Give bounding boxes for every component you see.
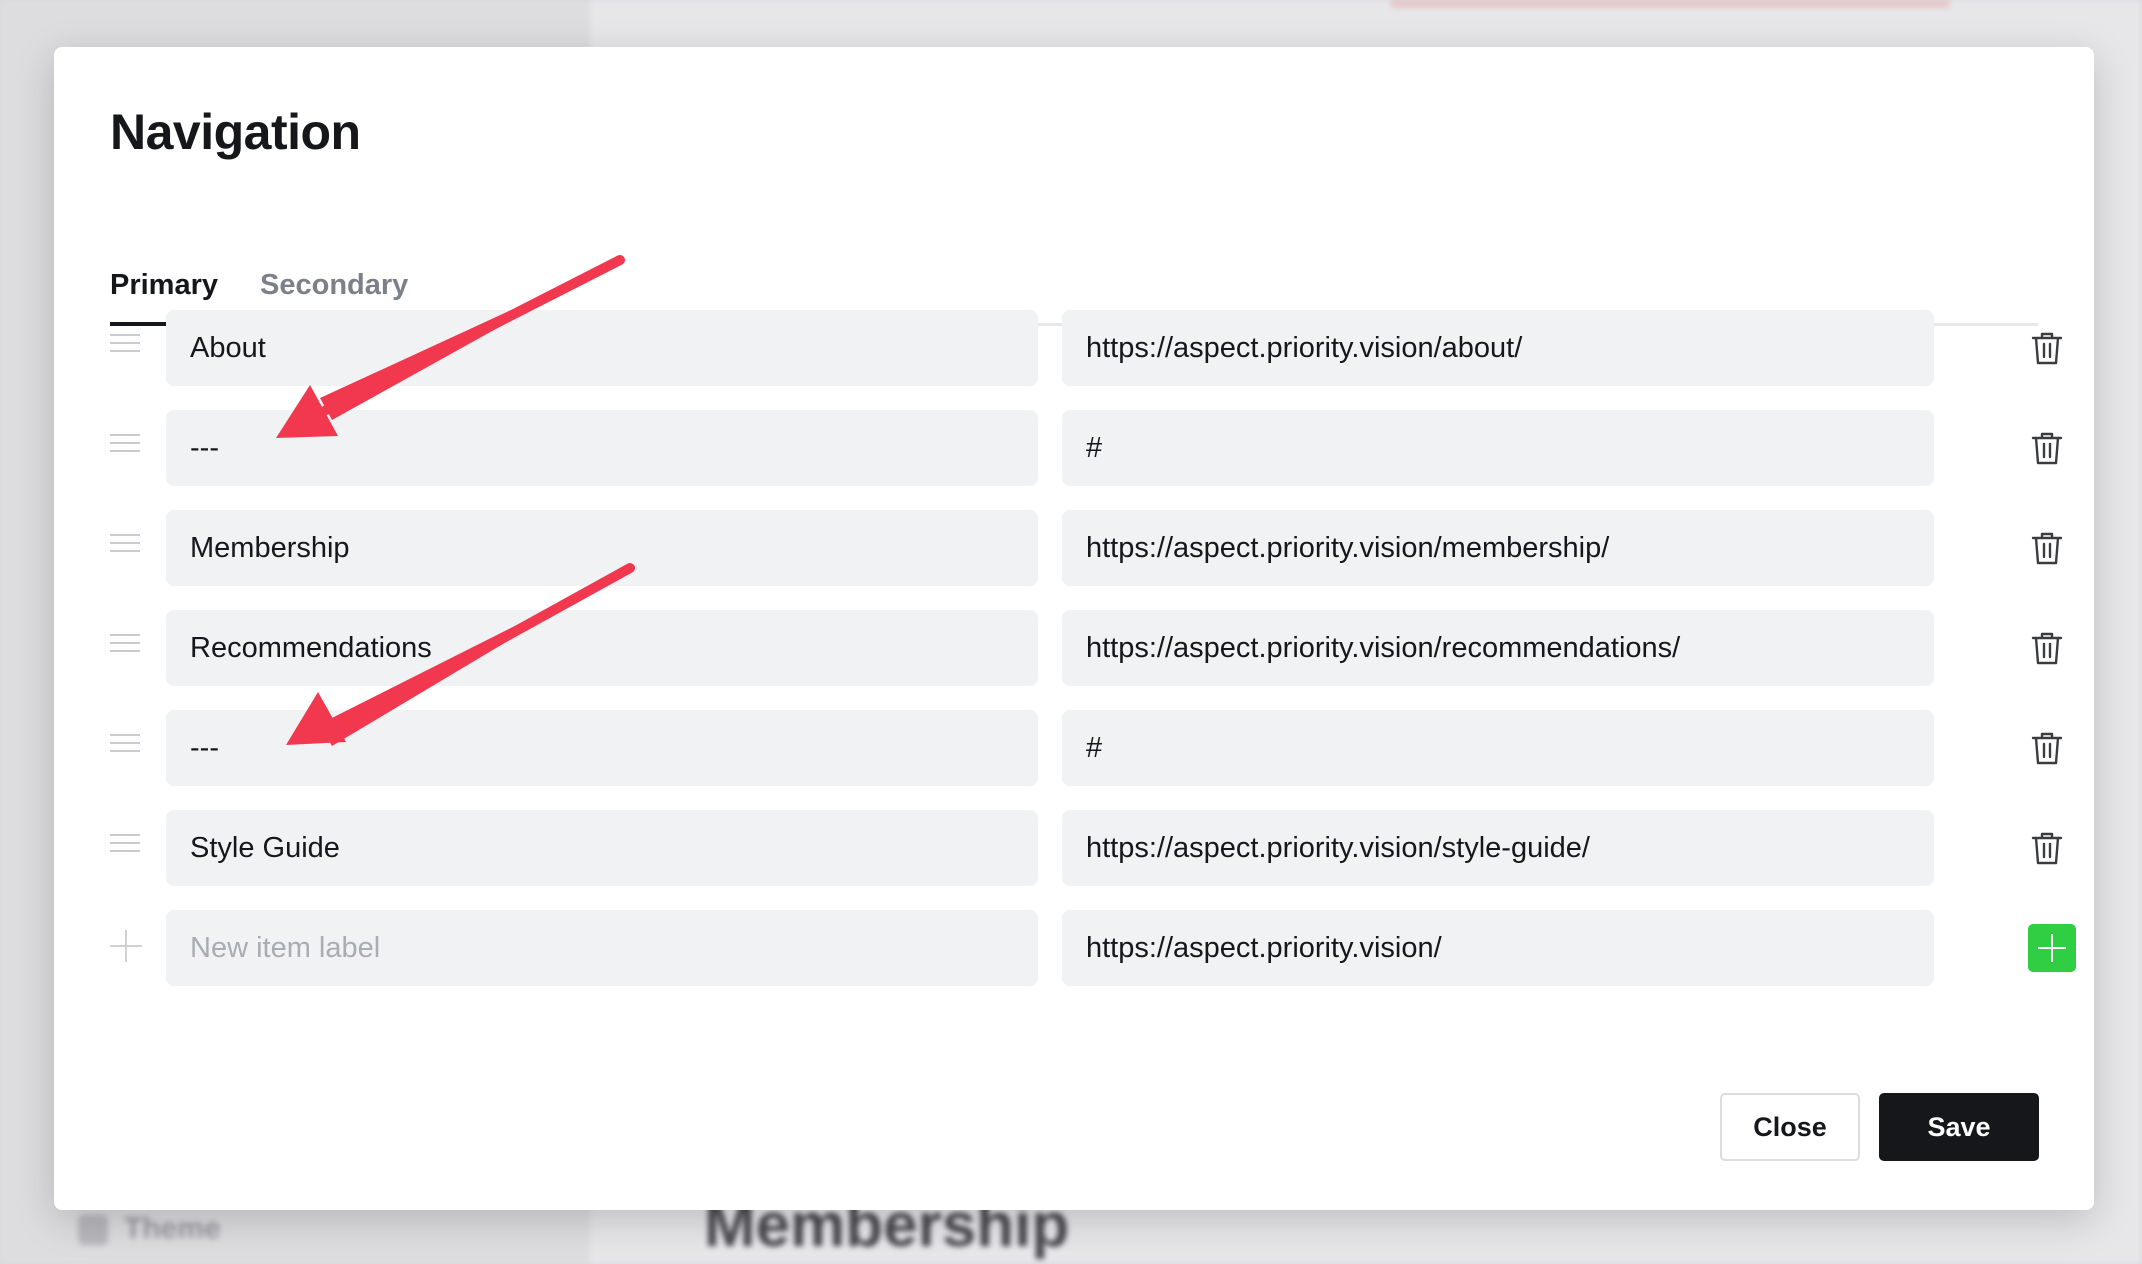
- item-label-input[interactable]: ---: [166, 410, 1038, 486]
- nav-item-row: Recommendations https://aspect.priority.…: [110, 610, 2063, 686]
- new-item-url-input[interactable]: https://aspect.priority.vision/: [1062, 910, 1934, 986]
- item-url-input[interactable]: https://aspect.priority.vision/style-gui…: [1062, 810, 1934, 886]
- navigation-modal: Navigation Primary Secondary About https…: [54, 47, 2094, 1210]
- item-label-input[interactable]: Style Guide: [166, 810, 1038, 886]
- drag-handle-icon[interactable]: [110, 334, 140, 354]
- trash-icon[interactable]: [2030, 330, 2064, 366]
- background-accent-bar: [1390, 0, 1950, 8]
- nav-item-row: --- #: [110, 410, 2063, 486]
- drag-handle-icon[interactable]: [110, 434, 140, 454]
- new-item-label-input[interactable]: New item label: [166, 910, 1038, 986]
- modal-title: Navigation: [110, 104, 361, 160]
- nav-item-row: --- #: [110, 710, 2063, 786]
- item-url-input[interactable]: https://aspect.priority.vision/membershi…: [1062, 510, 1934, 586]
- new-item-row: New item label https://aspect.priority.v…: [110, 910, 2076, 986]
- save-button[interactable]: Save: [1879, 1093, 2039, 1161]
- item-url-input[interactable]: #: [1062, 710, 1934, 786]
- theme-icon: [78, 1215, 108, 1246]
- trash-icon[interactable]: [2030, 430, 2064, 466]
- trash-icon[interactable]: [2030, 630, 2064, 666]
- nav-item-row: About https://aspect.priority.vision/abo…: [110, 310, 2063, 386]
- navigation-items-list: About https://aspect.priority.vision/abo…: [110, 310, 2076, 1010]
- background-sidebar-label: Theme: [124, 1212, 221, 1245]
- drag-handle-icon[interactable]: [110, 534, 140, 554]
- nav-item-row: Style Guide https://aspect.priority.visi…: [110, 810, 2063, 886]
- plus-icon: [110, 930, 142, 962]
- item-label-input[interactable]: Recommendations: [166, 610, 1038, 686]
- item-label-input[interactable]: ---: [166, 710, 1038, 786]
- item-url-input[interactable]: https://aspect.priority.vision/recommend…: [1062, 610, 1934, 686]
- item-label-input[interactable]: About: [166, 310, 1038, 386]
- drag-handle-icon[interactable]: [110, 734, 140, 754]
- close-button[interactable]: Close: [1720, 1093, 1860, 1161]
- add-item-button[interactable]: [2028, 924, 2076, 972]
- trash-icon[interactable]: [2030, 730, 2064, 766]
- background-sidebar-item: Theme: [78, 1212, 221, 1246]
- drag-handle-icon[interactable]: [110, 834, 140, 854]
- item-url-input[interactable]: https://aspect.priority.vision/about/: [1062, 310, 1934, 386]
- item-url-input[interactable]: #: [1062, 410, 1934, 486]
- nav-item-row: Membership https://aspect.priority.visio…: [110, 510, 2063, 586]
- tab-primary[interactable]: Primary: [110, 269, 218, 302]
- trash-icon[interactable]: [2030, 530, 2064, 566]
- drag-handle-icon[interactable]: [110, 634, 140, 654]
- item-label-input[interactable]: Membership: [166, 510, 1038, 586]
- tab-secondary[interactable]: Secondary: [260, 269, 408, 302]
- trash-icon[interactable]: [2030, 830, 2064, 866]
